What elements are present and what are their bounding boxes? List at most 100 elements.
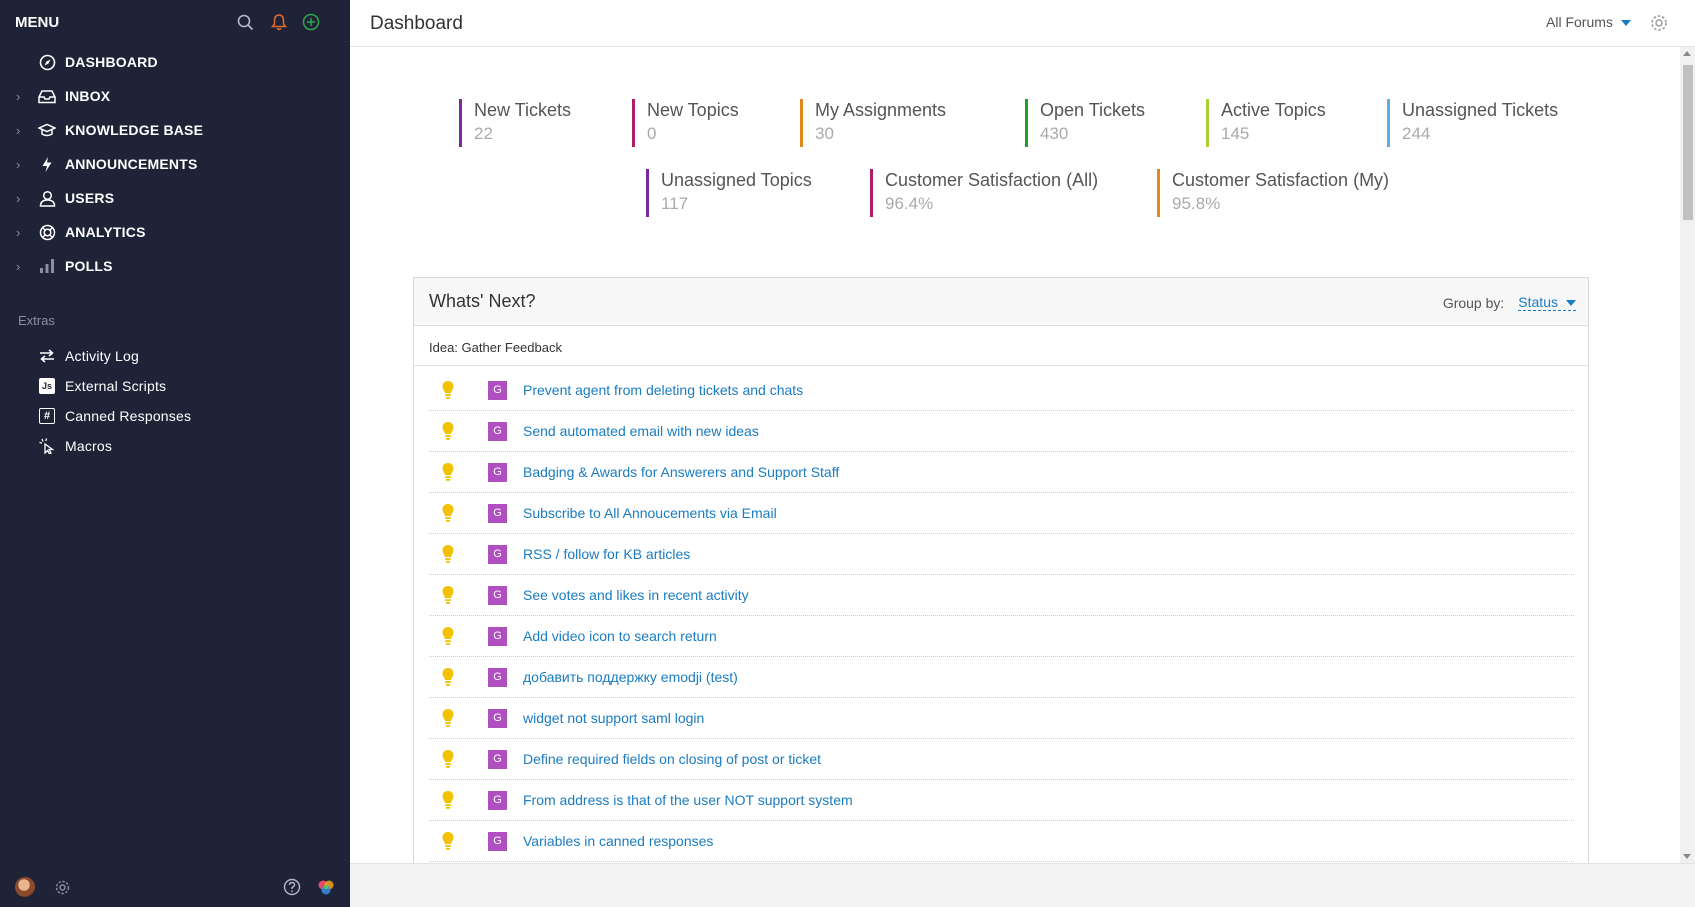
stat-open-tickets[interactable]: Open Tickets 430 (1025, 99, 1145, 147)
stat-customer-satisfaction-all[interactable]: Customer Satisfaction (All) 96.4% (870, 169, 1098, 217)
lightbulb-icon (441, 380, 455, 400)
scroll-down-arrow[interactable] (1683, 854, 1691, 859)
idea-title-link[interactable]: From address is that of the user NOT sup… (523, 792, 853, 808)
nav-item-inbox[interactable]: › INBOX (0, 79, 350, 113)
idea-title-link[interactable]: Variables in canned responses (523, 833, 713, 849)
stat-value: 117 (661, 194, 689, 213)
stat-customer-satisfaction-my[interactable]: Customer Satisfaction (My) 95.8% (1157, 169, 1389, 217)
chevron-right-icon[interactable]: › (16, 79, 26, 113)
idea-title-link[interactable]: widget not support saml login (523, 710, 704, 726)
idea-title-link[interactable]: Subscribe to All Annoucements via Email (523, 505, 777, 521)
help-icon[interactable] (282, 877, 302, 897)
extras-title: Extras (18, 313, 55, 328)
extras-item-external-scripts[interactable]: Js External Scripts (0, 371, 350, 401)
idea-title-link[interactable]: See votes and likes in recent activity (523, 587, 749, 603)
nav-item-polls[interactable]: › POLLS (0, 249, 350, 283)
stat-value: 244 (1402, 124, 1431, 143)
lightbulb-icon (441, 421, 455, 441)
chevron-right-icon[interactable]: › (16, 147, 26, 181)
lightbulb-icon (441, 626, 455, 646)
inbox-icon (38, 87, 56, 105)
chevron-right-icon[interactable]: › (16, 249, 26, 283)
nav-item-analytics[interactable]: › ANALYTICS (0, 215, 350, 249)
nav-item-dashboard[interactable]: DASHBOARD (0, 45, 350, 79)
idea-title-link[interactable]: Send automated email with new ideas (523, 423, 759, 439)
idea-row[interactable]: G See votes and likes in recent activity (429, 575, 1574, 616)
idea-title-link[interactable]: RSS / follow for KB articles (523, 546, 690, 562)
idea-row[interactable]: G Badging & Awards for Answerers and Supp… (429, 452, 1574, 493)
idea-row[interactable]: G Prevent agent from deleting tickets and… (429, 370, 1574, 411)
settings-gear-icon[interactable] (1649, 13, 1669, 33)
forum-select[interactable]: All Forums (1546, 14, 1631, 30)
idea-title-link[interactable]: добавить поддержку emodji (test) (523, 669, 738, 685)
user-avatar[interactable] (15, 877, 35, 897)
stat-my-assignments[interactable]: My Assignments 30 (800, 99, 946, 147)
lightbulb-icon (441, 790, 455, 810)
idea-row[interactable]: G Add video icon to search return (429, 616, 1574, 657)
stat-label: Customer Satisfaction (My) (1172, 170, 1390, 190)
stat-value: 95.8% (1172, 194, 1221, 213)
idea-title-link[interactable]: Prevent agent from deleting tickets and … (523, 382, 803, 398)
extras-item-canned-responses[interactable]: # Canned Responses (0, 401, 350, 431)
extras-label: Activity Log (65, 348, 139, 364)
lightbulb-icon (441, 831, 455, 851)
bar-chart-icon (38, 257, 56, 275)
extras-label: External Scripts (65, 378, 167, 394)
stat-label: Customer Satisfaction (All) (885, 170, 1099, 190)
top-bar: Dashboard All Forums (350, 0, 1695, 47)
stat-label: New Topics (647, 100, 739, 120)
group-badge: G (488, 749, 507, 769)
idea-row[interactable]: G RSS / follow for KB articles (429, 534, 1574, 575)
bell-icon[interactable] (269, 12, 289, 32)
compass-icon (38, 53, 56, 71)
group-badge: G (488, 667, 507, 687)
idea-row[interactable]: G Subscribe to All Annoucements via Email (429, 493, 1574, 534)
app-logo-icon[interactable] (316, 877, 336, 897)
nav-item-users[interactable]: › USERS (0, 181, 350, 215)
stat-new-tickets[interactable]: New Tickets 22 (459, 99, 571, 147)
add-circle-icon[interactable] (301, 12, 321, 32)
idea-row[interactable]: G From address is that of the user NOT su… (429, 780, 1574, 821)
idea-title-link[interactable]: Add video icon to search return (523, 628, 717, 644)
idea-row[interactable]: Gwidget not support saml login (429, 698, 1574, 739)
nav-label: KNOWLEDGE BASE (65, 122, 204, 138)
panel-header: Whats' Next? Group by: Status (414, 278, 1588, 326)
group-badge: G (488, 790, 507, 810)
stat-label: Unassigned Topics (661, 170, 812, 190)
lightbulb-icon (441, 749, 455, 769)
stat-active-topics[interactable]: Active Topics 145 (1206, 99, 1326, 147)
idea-row[interactable]: Gдобавить поддержку emodji (test) (429, 657, 1574, 698)
gear-icon[interactable] (52, 877, 72, 897)
chevron-right-icon[interactable]: › (16, 113, 26, 147)
scroll-up-arrow[interactable] (1683, 51, 1691, 56)
nav-label: INBOX (65, 88, 111, 104)
forum-select-label: All Forums (1546, 14, 1613, 30)
extras-item-macros[interactable]: Macros (0, 431, 350, 461)
group-badge: G (488, 503, 507, 523)
divider (414, 365, 1588, 366)
nav-item-knowledge-base[interactable]: › KNOWLEDGE BASE (0, 113, 350, 147)
stat-new-topics[interactable]: New Topics 0 (632, 99, 739, 147)
nav-label: ANNOUNCEMENTS (65, 156, 198, 172)
group-by: Group by: Status (1443, 294, 1576, 311)
chevron-right-icon[interactable]: › (16, 181, 26, 215)
extras-item-activity-log[interactable]: Activity Log (0, 341, 350, 371)
idea-row[interactable]: G Define required fields on closing of po… (429, 739, 1574, 780)
whats-next-panel: Whats' Next? Group by: Status Idea: Gath… (413, 277, 1589, 863)
stat-unassigned-topics[interactable]: Unassigned Topics 117 (646, 169, 812, 217)
bolt-icon (38, 155, 56, 173)
stat-unassigned-tickets[interactable]: Unassigned Tickets 244 (1387, 99, 1558, 147)
search-icon[interactable] (235, 12, 255, 32)
group-badge: G (488, 585, 507, 605)
footer-bar (350, 863, 1695, 907)
idea-title-link[interactable]: Define required fields on closing of pos… (523, 751, 821, 767)
idea-row[interactable]: G Variables in canned responses (429, 821, 1574, 862)
nav-item-announcements[interactable]: › ANNOUNCEMENTS (0, 147, 350, 181)
chevron-right-icon[interactable]: › (16, 215, 26, 249)
group-by-select[interactable]: Status (1518, 294, 1576, 311)
scrollbar-thumb[interactable] (1683, 65, 1693, 220)
stat-label: Active Topics (1221, 100, 1326, 120)
scrollbar[interactable] (1680, 47, 1695, 863)
idea-title-link[interactable]: Badging & Awards for Answerers and Suppo… (523, 464, 839, 480)
idea-row[interactable]: G Send automated email with new ideas (429, 411, 1574, 452)
